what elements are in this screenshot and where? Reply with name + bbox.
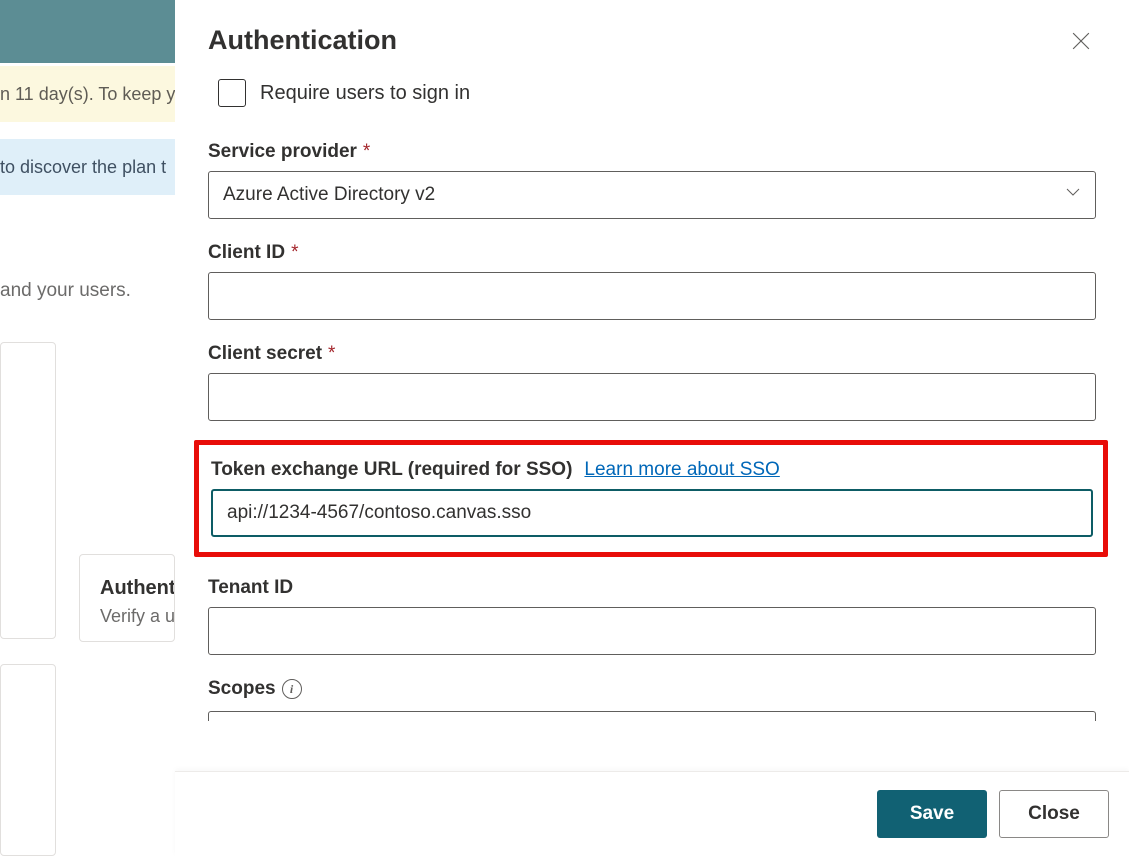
chevron-down-icon (1065, 184, 1081, 206)
learn-more-sso-link[interactable]: Learn more about SSO (584, 459, 779, 481)
info-icon[interactable]: i (282, 679, 302, 699)
client-secret-label: Client secret * (208, 343, 1096, 365)
panel-title: Authentication (208, 25, 397, 56)
tenant-id-label: Tenant ID (208, 577, 1096, 599)
bg-header-bar (0, 0, 175, 63)
token-url-label: Token exchange URL (required for SSO) Le… (211, 459, 1093, 481)
bg-description: and your users. (0, 280, 131, 302)
close-icon[interactable] (1065, 25, 1097, 57)
client-secret-input[interactable] (208, 373, 1096, 421)
close-button[interactable]: Close (999, 790, 1109, 838)
service-provider-dropdown[interactable]: Azure Active Directory v2 (208, 171, 1096, 219)
token-url-field: Token exchange URL (required for SSO) Le… (211, 459, 1093, 537)
require-signin-row: Require users to sign in (218, 79, 1096, 107)
required-marker: * (291, 242, 298, 264)
trial-banner: n 11 day(s). To keep yo (0, 66, 175, 122)
scopes-input[interactable] (208, 711, 1096, 721)
bg-card-sub: Verify a u (100, 606, 174, 627)
tenant-id-field: Tenant ID (208, 577, 1096, 655)
service-provider-field: Service provider * Azure Active Director… (208, 141, 1096, 219)
token-url-highlight: Token exchange URL (required for SSO) Le… (194, 440, 1108, 557)
require-signin-checkbox[interactable] (218, 79, 246, 107)
client-id-label: Client ID * (208, 242, 1096, 264)
tenant-id-input[interactable] (208, 607, 1096, 655)
save-button[interactable]: Save (877, 790, 987, 838)
client-id-input[interactable] (208, 272, 1096, 320)
bg-card-1 (0, 342, 56, 639)
plan-banner: to discover the plan t (0, 139, 175, 195)
scopes-field: Scopes i (208, 678, 1096, 726)
required-marker: * (363, 141, 370, 163)
required-marker: * (328, 343, 335, 365)
panel-body: Require users to sign in Service provide… (175, 57, 1129, 771)
service-provider-label: Service provider * (208, 141, 1096, 163)
bg-card-3 (0, 664, 56, 856)
client-id-field: Client ID * (208, 242, 1096, 320)
client-secret-field: Client secret * (208, 343, 1096, 421)
trial-banner-text: n 11 day(s). To keep yo (0, 84, 175, 105)
bg-card-4 (103, 664, 175, 856)
plan-banner-text: to discover the plan t (0, 157, 166, 178)
bg-card-title: Authent (100, 577, 174, 600)
scopes-label: Scopes i (208, 678, 1096, 700)
authentication-panel: Authentication Require users to sign in … (175, 0, 1129, 856)
require-signin-label: Require users to sign in (260, 82, 470, 105)
token-url-input[interactable] (211, 489, 1093, 537)
panel-footer: Save Close (175, 771, 1129, 856)
panel-header: Authentication (175, 0, 1129, 57)
service-provider-value: Azure Active Directory v2 (223, 184, 435, 206)
bg-card-2: Authent Verify a u (79, 554, 175, 642)
